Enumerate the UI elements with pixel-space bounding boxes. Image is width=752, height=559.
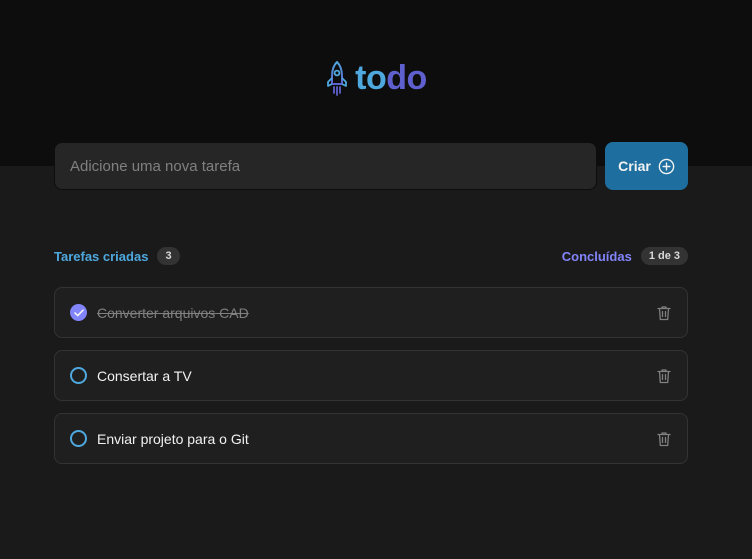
created-count-badge: 3 <box>157 247 180 265</box>
task-item: Consertar a TV <box>54 350 688 401</box>
new-task-form: Criar <box>54 142 688 190</box>
created-label: Tarefas criadas <box>54 248 149 264</box>
task-text: Converter arquivos CAD <box>97 304 249 321</box>
done-label: Concluídas <box>561 248 632 264</box>
task-checkbox[interactable] <box>70 367 87 384</box>
task-text: Enviar projeto para o Git <box>97 430 249 447</box>
task-item: Enviar projeto para o Git <box>54 413 688 464</box>
rocket-icon <box>327 61 348 96</box>
done-counter: Concluídas 1 de 3 <box>562 247 688 265</box>
task-checkbox[interactable] <box>70 304 87 321</box>
check-icon <box>73 308 84 316</box>
logo-text-to: to <box>355 59 387 97</box>
new-task-input[interactable] <box>54 142 597 190</box>
done-count-badge: 1 de 3 <box>640 247 688 265</box>
trash-icon[interactable] <box>655 304 673 322</box>
trash-icon[interactable] <box>655 430 673 448</box>
app-logo: todo <box>0 58 752 98</box>
plus-circle-icon <box>658 158 675 174</box>
create-button-label: Criar <box>618 158 651 174</box>
task-text: Consertar a TV <box>97 367 192 384</box>
task-list: Converter arquivos CAD Consertar a TV En… <box>54 287 688 464</box>
task-checkbox[interactable] <box>70 430 87 447</box>
task-item: Converter arquivos CAD <box>54 287 688 338</box>
trash-icon[interactable] <box>655 367 673 385</box>
task-counters: Tarefas criadas 3 Concluídas 1 de 3 <box>54 246 688 266</box>
logo-text: todo <box>355 58 427 98</box>
logo-text-do: do <box>386 59 427 97</box>
created-counter: Tarefas criadas 3 <box>54 247 180 265</box>
create-button[interactable]: Criar <box>605 142 688 190</box>
